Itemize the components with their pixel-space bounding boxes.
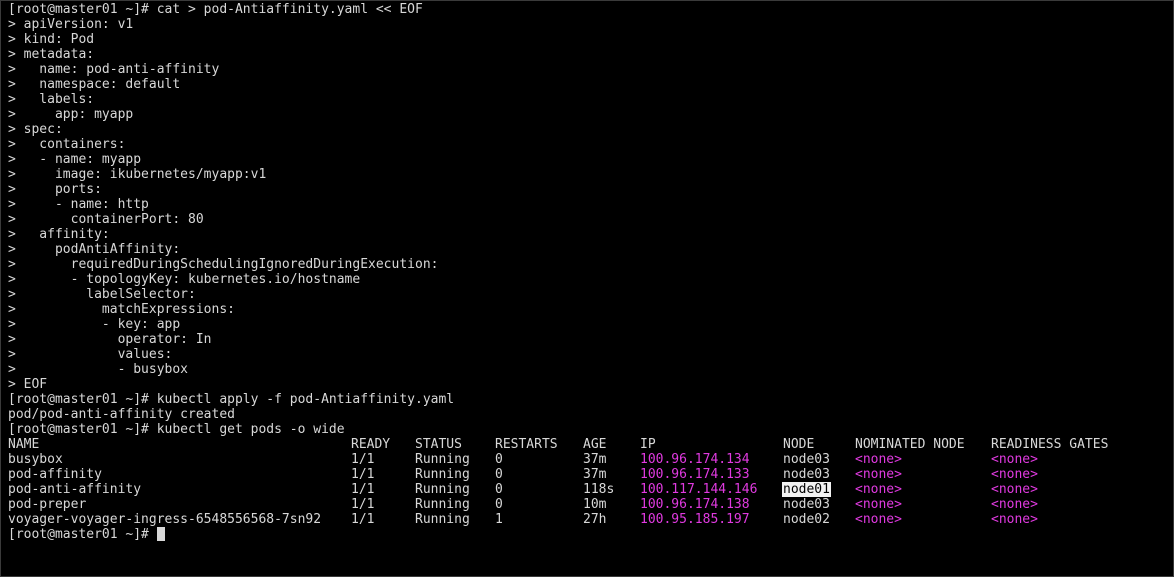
heredoc-line: > labelSelector: — [8, 287, 196, 302]
heredoc-line: > - name: http — [8, 197, 149, 212]
table-row: pod-preper 1/1 Running 0 10m 100.96.174.… — [8, 497, 1168, 512]
heredoc-line: > spec: — [8, 122, 63, 137]
heredoc-line: > metadata: — [8, 47, 95, 62]
heredoc-line: > - topologyKey: kubernetes.io/hostname — [8, 272, 361, 287]
pod-status: Running — [415, 452, 470, 467]
heredoc-line: > containers: — [8, 137, 126, 152]
pod-readiness-gates: <none> — [991, 452, 1038, 467]
table-header-row: NAME READY STATUS RESTARTS AGE IP NODE N… — [8, 437, 1168, 452]
heredoc-line: > namespace: default — [8, 77, 181, 92]
header-nominated-node: NOMINATED NODE — [855, 437, 965, 452]
prompt-line-apply: [root@master01 ~]# kubectl apply -f pod-… — [8, 392, 455, 407]
pod-ready: 1/1 — [351, 482, 375, 497]
prompt-line-get: [root@master01 ~]# kubectl get pods -o w… — [8, 422, 345, 437]
heredoc-line: > - key: app — [8, 317, 181, 332]
pod-nominated-node: <none> — [855, 467, 902, 482]
header-age: AGE — [583, 437, 607, 452]
heredoc-line: > image: ikubernetes/myapp:v1 — [8, 167, 267, 182]
heredoc-line: > labels: — [8, 92, 95, 107]
pods-table: NAME READY STATUS RESTARTS AGE IP NODE N… — [8, 437, 1168, 527]
pod-age: 10m — [583, 497, 607, 512]
header-ip: IP — [640, 437, 656, 452]
prompt-line-cat: [root@master01 ~]# cat > pod-Antiaffinit… — [8, 2, 423, 17]
heredoc-line: > values: — [8, 347, 173, 362]
header-readiness-gates: READINESS GATES — [991, 437, 1109, 452]
apply-output: pod/pod-anti-affinity created — [8, 407, 235, 422]
heredoc-line: > podAntiAffinity: — [8, 242, 181, 257]
pod-name: busybox — [8, 452, 63, 467]
pod-node: node03 — [783, 467, 830, 482]
pod-age: 118s — [583, 482, 615, 497]
table-row: pod-anti-affinity 1/1 Running 0 118s 100… — [8, 482, 1168, 497]
header-name: NAME — [8, 437, 40, 452]
pod-name: pod-preper — [8, 497, 87, 512]
heredoc-line: > - name: myapp — [8, 152, 142, 167]
heredoc-line: > - busybox — [8, 362, 189, 377]
terminal-window[interactable]: [root@master01 ~]# cat > pod-Antiaffinit… — [0, 0, 1174, 577]
pod-name: pod-affinity — [8, 467, 102, 482]
pod-age: 37m — [583, 452, 607, 467]
pod-ip: 100.95.185.197 — [640, 512, 750, 527]
pod-node-selected: node01 — [782, 482, 831, 497]
pod-status: Running — [415, 482, 470, 497]
heredoc-block: [root@master01 ~]# cat > pod-Antiaffinit… — [8, 2, 1168, 392]
text-cursor — [156, 527, 165, 541]
pod-nominated-node: <none> — [855, 482, 902, 497]
final-prompt: [root@master01 ~]# — [8, 527, 157, 542]
heredoc-line: > name: pod-anti-affinity — [8, 62, 220, 77]
heredoc-line: > kind: Pod — [8, 32, 95, 47]
table-row: pod-affinity 1/1 Running 0 37m 100.96.17… — [8, 467, 1168, 482]
pod-readiness-gates: <none> — [991, 467, 1038, 482]
heredoc-line: > ports: — [8, 182, 102, 197]
pod-readiness-gates: <none> — [991, 497, 1038, 512]
pod-status: Running — [415, 467, 470, 482]
pod-name: pod-anti-affinity — [8, 482, 142, 497]
header-restarts: RESTARTS — [495, 437, 558, 452]
heredoc-line: > affinity: — [8, 227, 110, 242]
pod-nominated-node: <none> — [855, 512, 902, 527]
pod-ready: 1/1 — [351, 467, 375, 482]
header-status: STATUS — [415, 437, 462, 452]
pod-age: 27h — [583, 512, 607, 527]
final-prompt-line[interactable]: [root@master01 ~]# — [8, 527, 1168, 542]
pod-ip: 100.96.174.133 — [640, 467, 750, 482]
pod-nominated-node: <none> — [855, 497, 902, 512]
pod-ip: 100.117.144.146 — [640, 482, 758, 497]
pod-ready: 1/1 — [351, 512, 375, 527]
heredoc-line: > app: myapp — [8, 107, 134, 122]
heredoc-line: > containerPort: 80 — [8, 212, 204, 227]
pod-node: node03 — [783, 497, 830, 512]
pod-restarts: 1 — [495, 512, 503, 527]
pod-readiness-gates: <none> — [991, 512, 1038, 527]
pod-restarts: 0 — [495, 482, 503, 497]
pod-node: node02 — [783, 512, 830, 527]
heredoc-line: > operator: In — [8, 332, 212, 347]
pod-nominated-node: <none> — [855, 452, 902, 467]
pod-ip: 100.96.174.138 — [640, 497, 750, 512]
terminal-screen: [root@master01 ~]# cat > pod-Antiaffinit… — [8, 2, 1168, 542]
pod-restarts: 0 — [495, 452, 503, 467]
table-row: busybox 1/1 Running 0 37m 100.96.174.134… — [8, 452, 1168, 467]
heredoc-line: > matchExpressions: — [8, 302, 235, 317]
heredoc-line: > requiredDuringSchedulingIgnoredDuringE… — [8, 257, 439, 272]
pod-age: 37m — [583, 467, 607, 482]
pod-readiness-gates: <none> — [991, 482, 1038, 497]
heredoc-line: > EOF — [8, 377, 48, 392]
table-row: voyager-voyager-ingress-6548556568-7sn92… — [8, 512, 1168, 527]
pod-name: voyager-voyager-ingress-6548556568-7sn92 — [8, 512, 322, 527]
pod-ready: 1/1 — [351, 452, 375, 467]
heredoc-line: > apiVersion: v1 — [8, 17, 134, 32]
pod-restarts: 0 — [495, 497, 503, 512]
pod-node: node03 — [783, 452, 830, 467]
pod-ip: 100.96.174.134 — [640, 452, 750, 467]
pod-ready: 1/1 — [351, 497, 375, 512]
pod-status: Running — [415, 512, 470, 527]
pod-status: Running — [415, 497, 470, 512]
header-node: NODE — [783, 437, 815, 452]
pod-restarts: 0 — [495, 467, 503, 482]
header-ready: READY — [351, 437, 391, 452]
